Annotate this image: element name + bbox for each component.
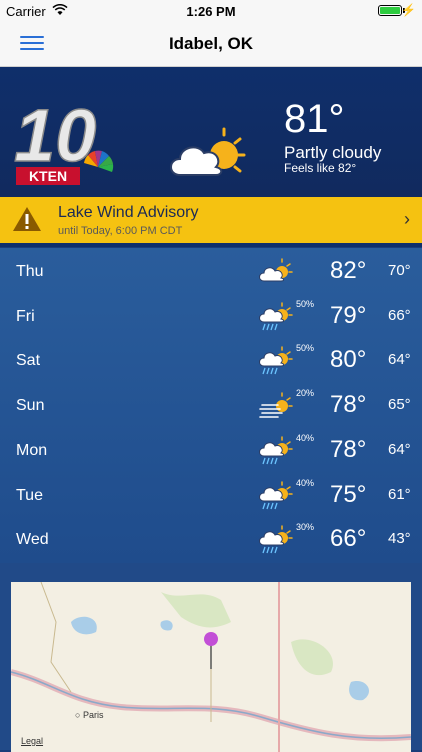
forecast-row[interactable]: Tue 40% 75° 61° — [0, 473, 422, 518]
chevron-right-icon: › — [404, 209, 410, 229]
logo-number: 10 — [14, 97, 96, 177]
high-temp: 80° — [330, 346, 367, 374]
fog-icon — [258, 391, 294, 421]
warning-icon — [13, 207, 41, 231]
precip-chance: 40% — [296, 477, 315, 488]
forecast-row[interactable]: Sat 50% 80° 64° — [0, 338, 422, 383]
daily-forecast: Thu 82° 70° Fri 50% 79° 66° Sat 50% 80° 64° Sun 20% 7… — [0, 248, 422, 563]
forecast-row[interactable]: Wed 30% 66° 43° — [0, 517, 422, 562]
precip-chance: 40% — [296, 432, 315, 443]
rain-icon — [258, 480, 294, 511]
forecast-row[interactable]: Mon 40% 78° 64° — [0, 428, 422, 473]
legal-link[interactable]: Legal — [21, 736, 43, 746]
high-temp: 78° — [330, 391, 367, 419]
day-name: Mon — [16, 441, 48, 459]
high-temp: 78° — [330, 435, 367, 463]
city-dot-icon: ○ — [75, 710, 81, 720]
city-label: Paris — [82, 710, 104, 720]
low-temp: 61° — [388, 485, 411, 503]
logo-station: KTEN — [29, 168, 67, 184]
day-name: Wed — [16, 531, 49, 549]
low-temp: 64° — [388, 440, 411, 458]
partly-cloudy-icon — [258, 257, 294, 287]
low-temp: 43° — [388, 530, 411, 548]
status-bar: Carrier 1:26 PM ⚡ — [0, 0, 422, 22]
feels-like: Feels like 82° — [284, 161, 357, 175]
forecast-row[interactable]: Thu 82° 70° — [0, 249, 422, 294]
precip-chance: 30% — [296, 522, 315, 533]
nav-bar: Idabel, OK — [0, 22, 422, 67]
low-temp: 66° — [388, 306, 411, 324]
advisory-subtitle: until Today, 6:00 PM CDT — [58, 225, 183, 237]
low-temp: 70° — [388, 262, 411, 279]
advisory-title: Lake Wind Advisory — [58, 204, 199, 221]
rain-icon — [258, 301, 294, 332]
weather-advisory[interactable]: Lake Wind Advisory until Today, 6:00 PM … — [0, 197, 422, 247]
precip-chance: 20% — [296, 388, 315, 399]
rain-icon — [258, 525, 294, 555]
day-name: Thu — [16, 263, 44, 280]
forecast-row[interactable]: Fri 50% 79° 66° — [0, 294, 422, 339]
partly-cloudy-icon — [170, 127, 246, 176]
day-name: Tue — [16, 486, 43, 504]
location-title: Idabel, OK — [168, 34, 254, 53]
clock: 1:26 PM — [186, 4, 236, 19]
high-temp: 82° — [330, 257, 367, 284]
kten-logo: 10 KTEN — [14, 97, 114, 185]
precip-chance: 50% — [296, 343, 315, 354]
high-temp: 66° — [330, 525, 367, 553]
charging-icon: ⚡ — [401, 3, 416, 17]
battery-icon — [378, 5, 402, 16]
day-name: Fri — [16, 307, 35, 325]
map-section: ○ Paris Legal — [0, 563, 422, 752]
high-temp: 79° — [330, 301, 367, 329]
current-conditions: 10 KTEN 81° Partly cloudy Feels like 82° — [0, 67, 422, 197]
day-name: Sun — [16, 397, 45, 415]
low-temp: 64° — [388, 351, 411, 369]
rain-icon — [258, 436, 294, 466]
high-temp: 75° — [330, 480, 367, 508]
map-city-paris: ○ Paris — [75, 710, 103, 720]
precip-chance: 50% — [296, 298, 315, 309]
location-pin-icon[interactable] — [203, 631, 219, 671]
rain-icon — [258, 346, 294, 376]
forecast-row[interactable]: Sun 20% 78° 65° — [0, 383, 422, 428]
current-condition: Partly cloudy — [284, 143, 382, 162]
current-temperature: 81° — [284, 97, 345, 141]
radar-map[interactable]: ○ Paris Legal — [11, 582, 411, 752]
day-name: Sat — [16, 352, 41, 370]
low-temp: 65° — [388, 396, 411, 414]
